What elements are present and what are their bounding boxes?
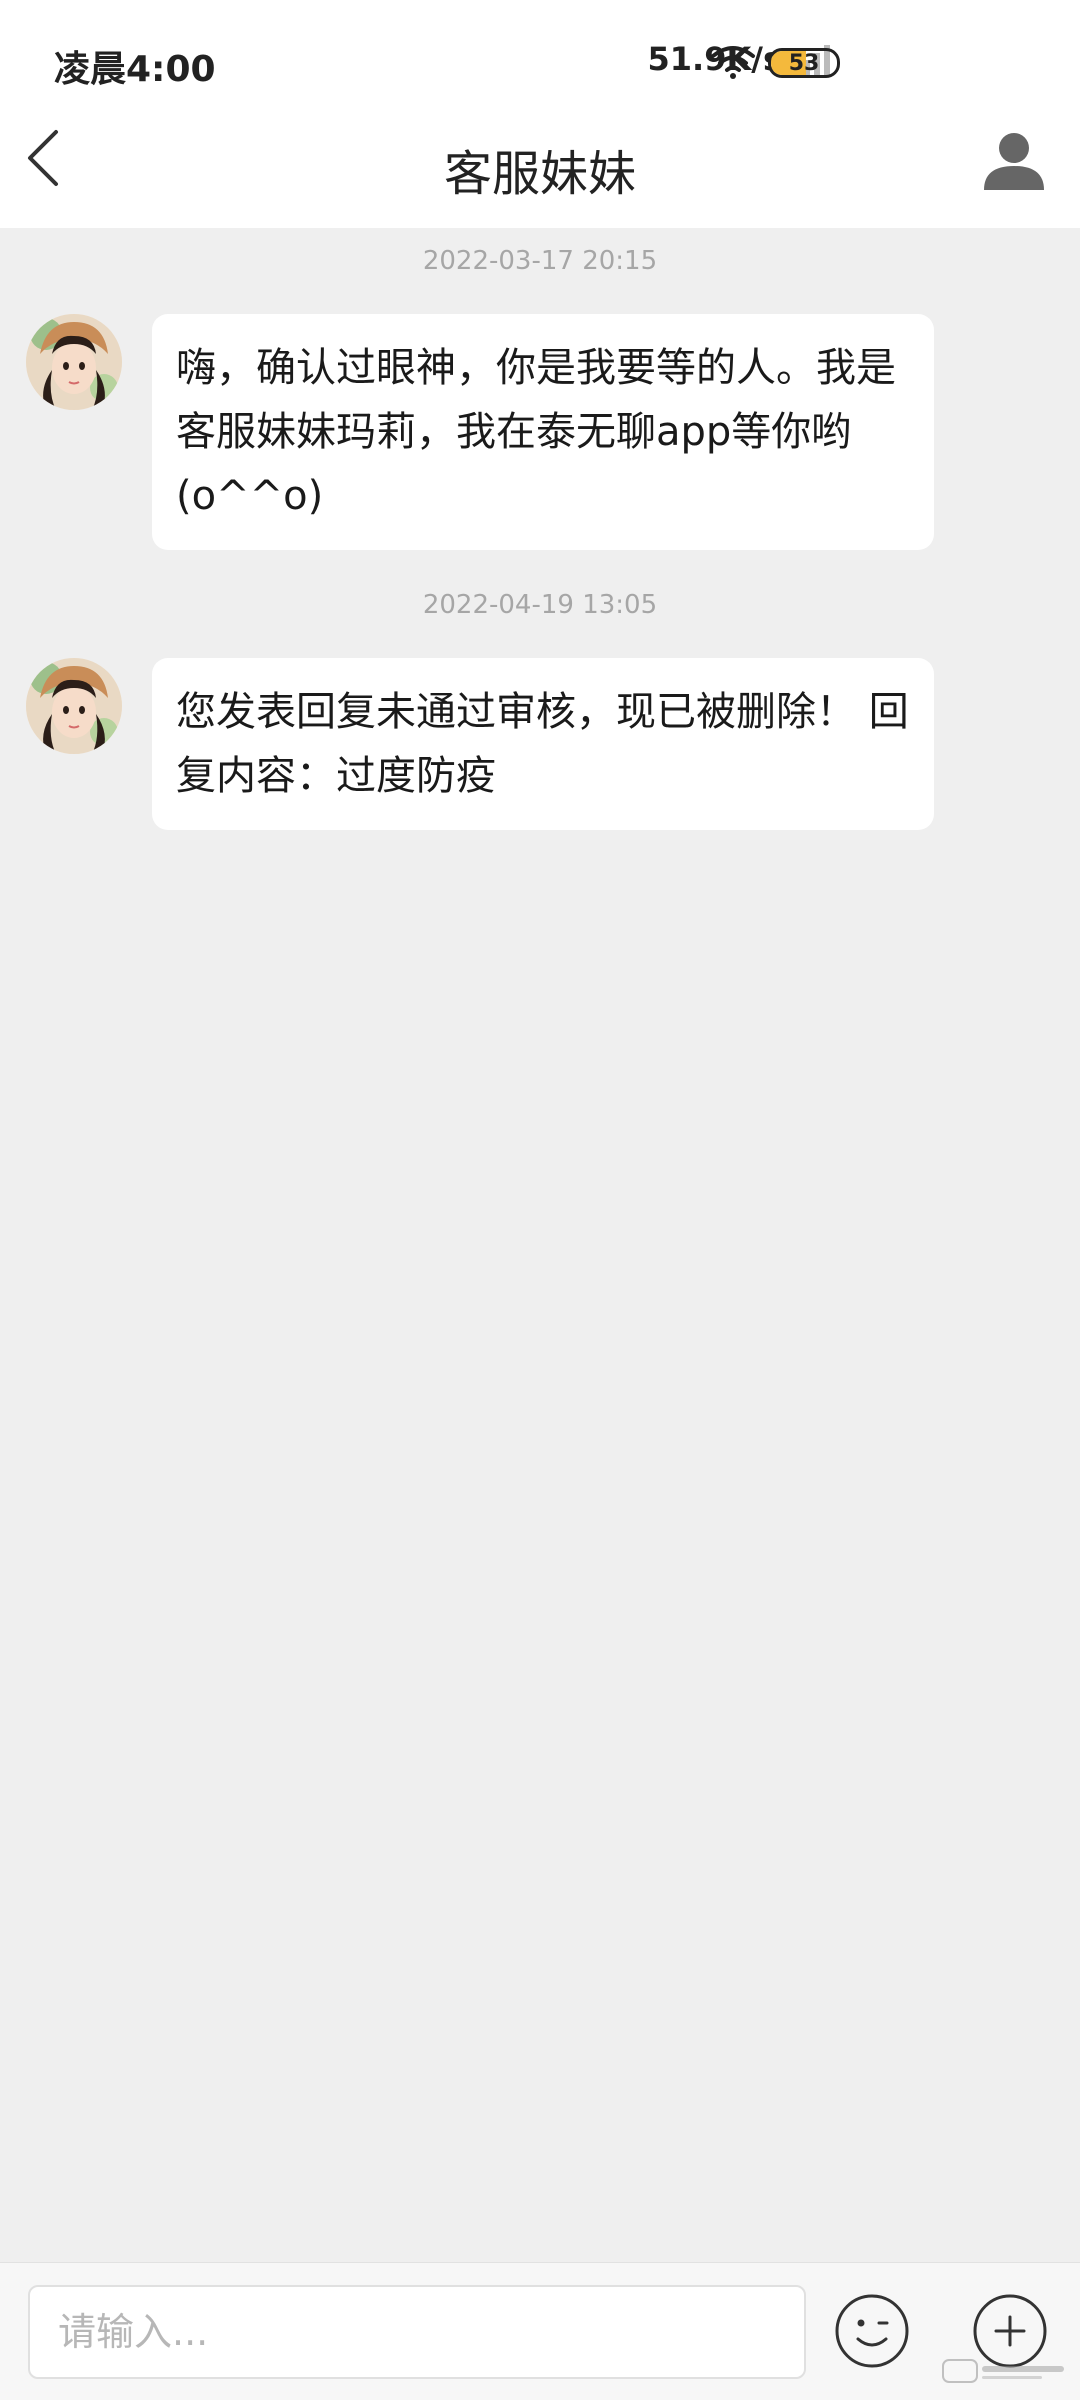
avatar[interactable] (26, 658, 122, 754)
avatar[interactable] (26, 314, 122, 410)
status-bar: 凌晨4:00 51.9K/s 53 (0, 0, 1080, 128)
battery-icon: 53 (768, 48, 840, 78)
person-icon[interactable] (982, 128, 1046, 192)
message-bubble[interactable]: 您发表回复未通过审核，现已被删除！ 回复内容：过度防疫 (152, 658, 934, 830)
avatar-illustration (26, 658, 122, 754)
chat-area[interactable]: 2022-03-17 20:15 嗨，确认过眼神，你是我要等的人。我是客服妹妹玛… (0, 228, 1080, 2260)
avatar-illustration (26, 314, 122, 410)
message-input[interactable] (28, 2285, 806, 2379)
status-time: 凌晨4:00 (54, 49, 216, 90)
message-timestamp: 2022-03-17 20:15 (422, 246, 658, 276)
message-timestamp: 2022-04-19 13:05 (422, 590, 658, 620)
input-bar (0, 2262, 1080, 2400)
message-bubble[interactable]: 嗨，确认过眼神，你是我要等的人。我是客服妹妹玛莉，我在泰无聊app等你哟(o^^… (152, 314, 934, 550)
battery-level: 53 (788, 50, 820, 76)
smiley-icon[interactable] (834, 2293, 910, 2369)
watermark-logo (942, 2359, 1064, 2383)
wifi-icon (711, 46, 755, 79)
page-title: 客服妹妹 (443, 146, 636, 202)
